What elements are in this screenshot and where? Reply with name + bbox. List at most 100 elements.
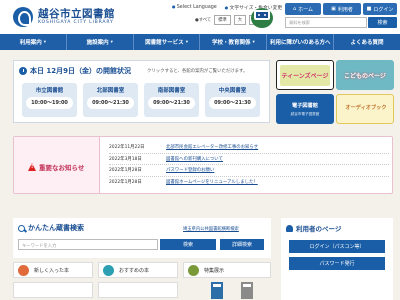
- notice-title-text: 重要なお知らせ: [39, 164, 85, 172]
- advanced-search-button[interactable]: 詳細検索: [220, 239, 264, 250]
- home-button-label: ホーム: [298, 6, 314, 13]
- user-login-button[interactable]: ログイン（パスコン等）: [289, 240, 385, 253]
- login-button[interactable]: ■ ログイン: [363, 3, 397, 15]
- notice-link[interactable]: 図書館ホームページをリニューアルしました！: [166, 179, 258, 185]
- select-language-link[interactable]: Select Language: [172, 4, 217, 11]
- branch-card-city-library[interactable]: 市立図書館 10:00～19:00: [22, 83, 77, 117]
- nav-faq[interactable]: よくある質問: [334, 34, 400, 50]
- notice-date: 2022年3月18日: [109, 156, 142, 162]
- keyword-input[interactable]: キーワードを入力: [18, 239, 158, 250]
- notice-link[interactable]: 北部市民会館エレベーター改修工事のお知らせ: [166, 144, 258, 150]
- nav-library-services[interactable]: 図書館サービス: [134, 34, 201, 50]
- notice-date: 2022年1月28日: [109, 180, 142, 186]
- notice-heading-area: 重要なお知らせ: [14, 137, 100, 193]
- new-books-icon: [18, 264, 29, 276]
- text-size-large[interactable]: 大: [233, 15, 247, 25]
- book-icon: [211, 282, 223, 299]
- notice-link[interactable]: 図書館への新刊購入について: [166, 156, 223, 162]
- user-page-panel: 利用者のページ ログイン（パスコン等） パスワード発行: [281, 218, 393, 300]
- notice-date: 2022年1月28日: [109, 168, 142, 174]
- list-item: 2022年1月28日 図書館ホームページをリニューアルしました！: [109, 177, 389, 189]
- tile-label: 特集展示: [204, 267, 225, 274]
- library-logo-icon[interactable]: [13, 7, 33, 27]
- e-library-sublabel: 越谷市電子図書館: [290, 112, 320, 116]
- nav-label: 利用案内: [19, 40, 42, 46]
- branch-hours: 09:00～21:30: [148, 97, 195, 109]
- notice-date: 2022年11月22日: [109, 145, 145, 151]
- person-icon: [286, 224, 293, 232]
- user-page-title: 利用者のページ: [286, 223, 341, 233]
- notice-title: 重要なお知らせ: [28, 162, 84, 172]
- notice-link[interactable]: パスワード登録のお願い: [166, 167, 214, 173]
- tile-label: おすすめの本: [119, 267, 150, 274]
- notice-list: 2022年11月22日 北部市民会館エレベーター改修工事のお知らせ 2022年3…: [109, 142, 389, 188]
- branch-hours: 10:00～19:00: [26, 97, 73, 109]
- main-navigation: 利用案内 施設案内 図書館サービス 学校・教育関係 利用に障がいのある方へ よく…: [0, 34, 400, 50]
- branch-card-north[interactable]: 北部図書室 09:00～21:30: [83, 83, 138, 117]
- branch-hours: 09:00～21:30: [209, 97, 256, 109]
- catalog-search-button[interactable]: 検索: [160, 239, 216, 250]
- opening-status-title: 本日 12月9日（金）の開館状況: [19, 66, 131, 76]
- branch-name: 中央図書室: [218, 88, 247, 94]
- user-page-title-text: 利用者のページ: [296, 225, 342, 233]
- nav-label: 施設案内: [86, 40, 109, 46]
- nav-label: 利用に障がいのある方へ: [269, 40, 331, 46]
- chevron-down-icon: [253, 39, 255, 45]
- prefecture-cross-search-link[interactable]: 埼玉県内公共図書館横断検索: [183, 226, 239, 232]
- site-subtitle: KOSHIGAYA CITY LIBRARY: [38, 20, 114, 25]
- branch-card-south[interactable]: 南部図書室 09:00～21:30: [144, 83, 199, 117]
- recommend-icon: [103, 264, 114, 276]
- text-size-standard[interactable]: 標準: [214, 15, 231, 25]
- header-search-button[interactable]: 検索: [368, 17, 397, 28]
- nav-label: 学校・教育関係: [212, 40, 251, 46]
- feature-exhibit-tile[interactable]: 特集展示: [183, 262, 271, 278]
- audiobook-banner[interactable]: オーディオブック: [336, 94, 394, 124]
- teens-page-banner[interactable]: ティーンズページ: [276, 60, 334, 90]
- audiobook-label: オーディオブック: [345, 105, 387, 111]
- tile-placeholder-2[interactable]: [98, 282, 178, 298]
- chevron-down-icon: [44, 39, 46, 45]
- site-title[interactable]: 越谷市立図書館: [38, 6, 115, 21]
- nav-label: 図書館サービス: [145, 40, 184, 46]
- simple-search-title-text: かんたん蔵書検索: [28, 224, 84, 232]
- chevron-down-icon: [111, 39, 113, 45]
- chevron-down-icon: [186, 39, 188, 45]
- branch-name: 南部図書室: [157, 88, 186, 94]
- nav-riyou-annai[interactable]: 利用案内: [0, 34, 67, 50]
- password-issue-button[interactable]: パスワード発行: [289, 257, 385, 270]
- tile-placeholder-1[interactable]: [13, 282, 93, 298]
- header-search-input[interactable]: 資料を検索: [285, 17, 367, 28]
- home-icon: ⌂: [292, 6, 297, 12]
- simple-search-title: かんたん蔵書検索: [18, 223, 84, 233]
- nav-accessibility[interactable]: 利用に障がいのある方へ: [267, 34, 335, 50]
- clock-icon: [19, 67, 27, 75]
- opening-status-panel: 本日 12月9日（金）の開館状況 クリックすると、各館の案内がご覧いただけます。…: [13, 60, 270, 123]
- my-account-button-label: 利用者: [337, 6, 353, 13]
- opening-status-note: クリックすると、各館の案内がご覧いただけます。: [147, 69, 248, 74]
- nav-schools-education[interactable]: 学校・教育関係: [200, 34, 268, 50]
- text-size-all-label[interactable]: ●すべて: [195, 17, 211, 23]
- e-library-banner[interactable]: 電子図書館 越谷市電子図書館: [276, 94, 334, 124]
- my-account-button[interactable]: ▣ 利用者: [323, 3, 361, 15]
- list-item: 2022年11月22日 北部市民会館エレベーター改修工事のお知らせ: [109, 142, 389, 154]
- login-button-label: ログイン: [373, 6, 394, 13]
- branch-card-central[interactable]: 中央図書室 09:00～21:30: [205, 83, 260, 117]
- branch-name: 市立図書館: [35, 88, 64, 94]
- kids-page-label: こどものページ: [344, 72, 386, 80]
- simple-catalog-search: かんたん蔵書検索 埼玉県内公共図書館横断検索 キーワードを入力 検索 詳細検索: [13, 218, 271, 258]
- site-header: 越谷市立図書館 KOSHIGAYA CITY LIBRARY Select La…: [0, 0, 400, 34]
- warning-icon: [28, 163, 36, 171]
- mascot-character-image: [251, 8, 273, 28]
- user-icon: ▣: [331, 6, 336, 12]
- new-arrivals-tile[interactable]: 新しく入った本: [13, 262, 93, 278]
- nav-shisetsu-annai[interactable]: 施設案内: [67, 34, 134, 50]
- list-item: 2022年3月18日 図書館への新刊購入について: [109, 154, 389, 165]
- branch-name: 北部図書室: [96, 88, 125, 94]
- recommended-books-tile[interactable]: おすすめの本: [98, 262, 178, 278]
- home-button[interactable]: ⌂ ホーム: [285, 3, 321, 15]
- book-icon: [241, 282, 253, 299]
- nav-label: よくある質問: [350, 40, 384, 46]
- kids-page-banner[interactable]: こどものページ: [336, 60, 394, 90]
- important-notice-panel: 重要なお知らせ 2022年11月22日 北部市民会館エレベーター改修工事のお知ら…: [13, 136, 393, 194]
- tile-label: 新しく入った本: [34, 267, 70, 274]
